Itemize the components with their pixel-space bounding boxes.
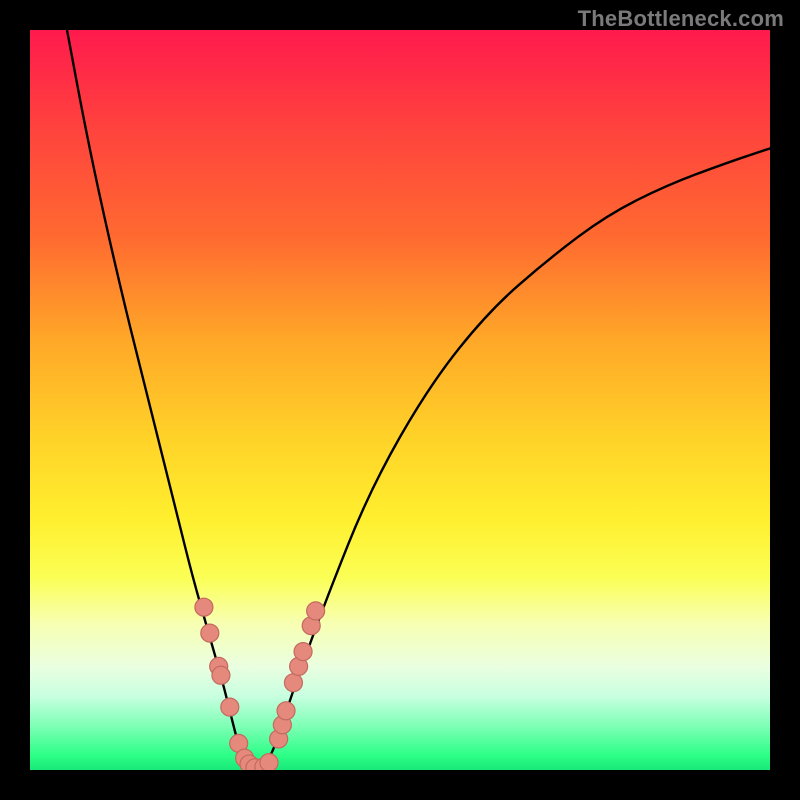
bead xyxy=(294,643,312,661)
bead xyxy=(212,666,230,684)
highlight-beads xyxy=(195,598,325,770)
bead xyxy=(284,674,302,692)
bead xyxy=(201,624,219,642)
chart-container: TheBottleneck.com xyxy=(0,0,800,800)
bead xyxy=(307,602,325,620)
bead xyxy=(260,754,278,770)
plot-area xyxy=(30,30,770,770)
curve-svg xyxy=(30,30,770,770)
bead xyxy=(221,698,239,716)
watermark-text: TheBottleneck.com xyxy=(578,6,784,32)
bead xyxy=(277,702,295,720)
bottleneck-curve xyxy=(67,30,770,770)
bead xyxy=(195,598,213,616)
